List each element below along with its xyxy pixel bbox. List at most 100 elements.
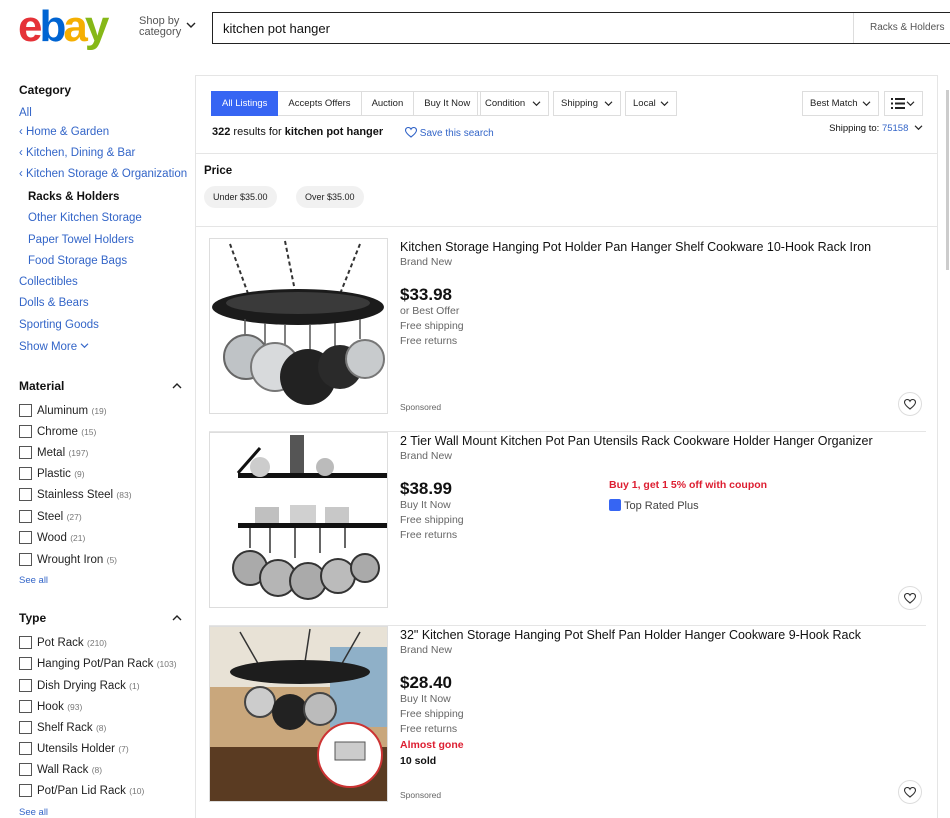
checkbox[interactable] [19, 553, 32, 567]
category-link-dolls[interactable]: Dolls & Bears [19, 297, 89, 309]
watch-button[interactable] [898, 392, 922, 416]
material-option-aluminum[interactable]: Aluminum (19) [19, 403, 107, 419]
type-option-shelf-rack[interactable]: Shelf Rack (8) [19, 720, 106, 736]
checkbox[interactable] [19, 531, 32, 545]
type-option-dish-drying[interactable]: Dish Drying Rack (1) [19, 678, 140, 694]
type-option-utensils-holder[interactable]: Utensils Holder (7) [19, 741, 129, 757]
listing-title[interactable]: 32" Kitchen Storage Hanging Pot Shelf Pa… [400, 628, 861, 642]
material-option-stainless-steel[interactable]: Stainless Steel (83) [19, 487, 132, 503]
listing-image[interactable] [209, 626, 388, 802]
chevron-down-icon [862, 101, 871, 107]
category-link-food-storage[interactable]: Food Storage Bags [28, 255, 127, 267]
material-see-all-link[interactable]: See all [19, 575, 48, 586]
option-count: (8) [91, 764, 103, 775]
material-option-wrought-iron[interactable]: Wrought Iron (5) [19, 552, 117, 568]
option-count: (103) [156, 658, 177, 669]
checkbox[interactable] [19, 657, 32, 671]
checkbox[interactable] [19, 488, 32, 502]
price-chip-over[interactable]: Over $35.00 [296, 186, 364, 208]
condition-dropdown[interactable]: Condition [477, 91, 549, 116]
category-link-kitchen-dining[interactable]: ‹ Kitchen, Dining & Bar [19, 147, 135, 159]
tab-all-listings[interactable]: All Listings [211, 91, 279, 116]
category-link-other-kitchen-storage[interactable]: Other Kitchen Storage [28, 212, 142, 224]
category-link-kitchen-storage[interactable]: ‹ Kitchen Storage & Organization [19, 168, 187, 180]
watch-button[interactable] [898, 586, 922, 610]
checkbox[interactable] [19, 510, 32, 524]
show-more-label: Show More [19, 341, 78, 353]
category-link-all[interactable]: All [19, 107, 32, 119]
checkbox[interactable] [19, 763, 32, 777]
ebay-logo[interactable]: ebay [18, 2, 110, 51]
option-count: (197) [68, 447, 89, 458]
tab-accepts-offers[interactable]: Accepts Offers [278, 91, 362, 116]
checkbox[interactable] [19, 784, 32, 798]
option-label: Metal [37, 446, 66, 459]
chevron-down-icon [80, 343, 89, 349]
category-link-home-garden[interactable]: ‹ Home & Garden [19, 126, 109, 138]
show-more-link[interactable]: Show More [19, 341, 89, 353]
chevron-up-icon[interactable] [172, 382, 182, 390]
watch-button[interactable] [898, 780, 922, 804]
material-option-metal[interactable]: Metal (197) [19, 445, 88, 461]
type-option-hook[interactable]: Hook (93) [19, 699, 82, 715]
divider [196, 153, 937, 154]
checkbox[interactable] [19, 404, 32, 418]
listing-image[interactable] [209, 238, 388, 414]
search-input[interactable]: kitchen pot hanger Racks & Holders [212, 12, 950, 44]
listing-item[interactable]: 2 Tier Wall Mount Kitchen Pot Pan Utensi… [209, 432, 926, 626]
type-option-pot-rack[interactable]: Pot Rack (210) [19, 635, 107, 651]
category-link-sporting[interactable]: Sporting Goods [19, 319, 99, 331]
coupon-promo[interactable]: Buy 1, get 1 5% off with coupon [609, 479, 767, 491]
listing-item[interactable]: Kitchen Storage Hanging Pot Holder Pan H… [209, 238, 926, 432]
type-option-lid-rack[interactable]: Pot/Pan Lid Rack (10) [19, 783, 144, 799]
type-see-all-link[interactable]: See all [19, 807, 48, 818]
checkbox[interactable] [19, 742, 32, 756]
search-category-select[interactable]: Racks & Holders [853, 13, 950, 43]
checkbox[interactable] [19, 721, 32, 735]
chevron-up-icon[interactable] [172, 614, 182, 622]
material-option-plastic[interactable]: Plastic (9) [19, 466, 85, 482]
shipping-dropdown[interactable]: Shipping [553, 91, 621, 116]
checkbox[interactable] [19, 446, 32, 460]
logo-letter-e: e [18, 2, 43, 51]
shipping-to[interactable]: Shipping to: 75158 [829, 123, 923, 134]
sold-count: 10 sold [400, 755, 437, 767]
option-label: Shelf Rack [37, 721, 93, 734]
tab-auction[interactable]: Auction [361, 91, 415, 116]
checkbox[interactable] [19, 636, 32, 650]
shop-by-line2: category [139, 26, 182, 38]
listing-image[interactable] [209, 432, 388, 608]
type-option-wall-rack[interactable]: Wall Rack (8) [19, 762, 102, 778]
logo-letter-y: y [84, 2, 110, 51]
tab-buy-it-now[interactable]: Buy It Now [414, 91, 482, 116]
heart-icon [404, 126, 418, 138]
checkbox[interactable] [19, 679, 32, 693]
material-option-steel[interactable]: Steel (27) [19, 509, 82, 525]
listing-title[interactable]: 2 Tier Wall Mount Kitchen Pot Pan Utensi… [400, 434, 873, 448]
checkbox[interactable] [19, 425, 32, 439]
results-panel: All Listings Accepts Offers Auction Buy … [195, 75, 938, 818]
listing-condition: Brand New [400, 644, 452, 656]
local-dropdown[interactable]: Local [625, 91, 677, 116]
price-chip-under[interactable]: Under $35.00 [204, 186, 277, 208]
save-search-link[interactable]: Save this search [404, 126, 494, 139]
view-toggle-dropdown[interactable] [884, 91, 923, 116]
material-option-chrome[interactable]: Chrome (15) [19, 424, 96, 440]
option-label: Hanging Pot/Pan Rack [37, 657, 154, 670]
material-option-wood[interactable]: Wood (21) [19, 530, 85, 546]
category-link-collectibles[interactable]: Collectibles [19, 276, 78, 288]
listing-condition: Brand New [400, 256, 452, 268]
checkbox[interactable] [19, 700, 32, 714]
scrollbar[interactable] [946, 90, 949, 270]
chevron-down-icon[interactable] [186, 20, 196, 30]
category-link-paper-towel[interactable]: Paper Towel Holders [28, 234, 134, 246]
chevron-down-icon [604, 101, 613, 107]
shop-by-category-button[interactable]: Shop by category [139, 16, 181, 38]
logo-letter-a: a [63, 2, 88, 51]
listing-item[interactable]: 32" Kitchen Storage Hanging Pot Shelf Pa… [209, 626, 926, 818]
condition-label: Condition [485, 98, 526, 109]
sort-dropdown[interactable]: Best Match [802, 91, 879, 116]
checkbox[interactable] [19, 467, 32, 481]
listing-title[interactable]: Kitchen Storage Hanging Pot Holder Pan H… [400, 240, 871, 254]
type-option-hanging-rack[interactable]: Hanging Pot/Pan Rack (103) [19, 656, 177, 672]
